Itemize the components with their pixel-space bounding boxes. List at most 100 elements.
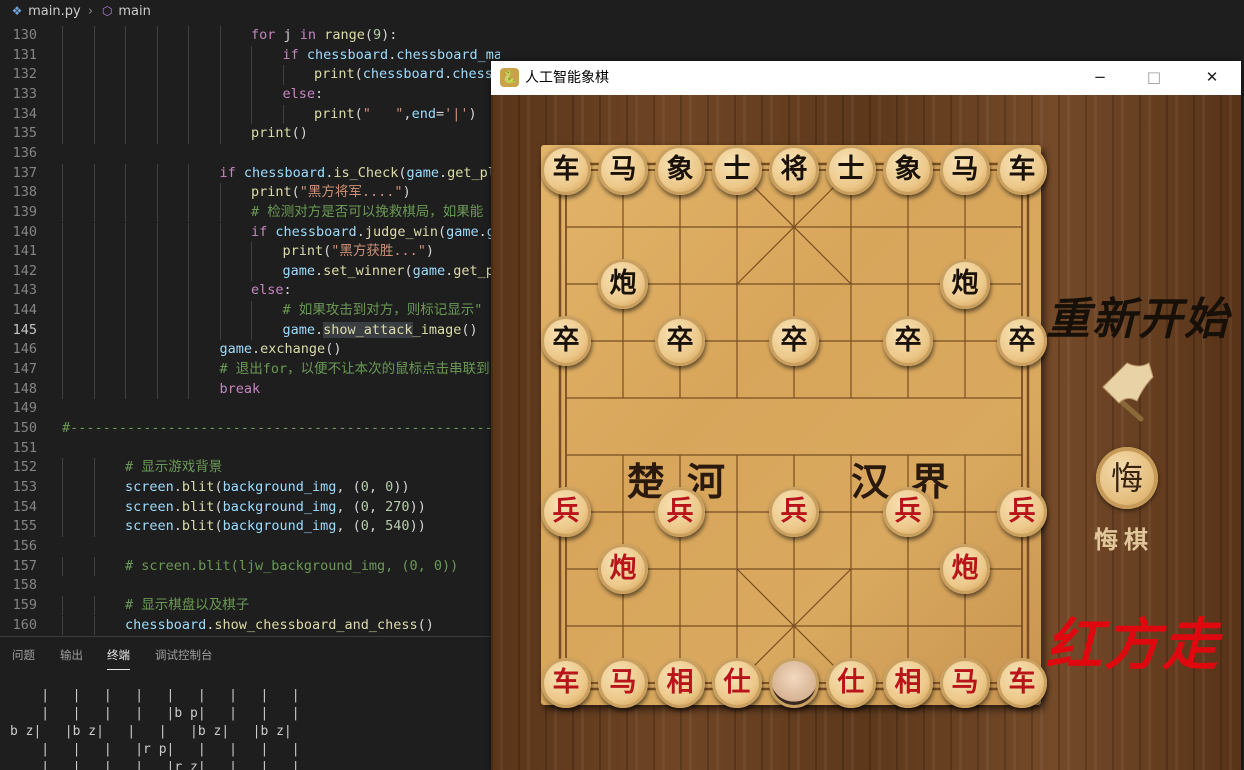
indent-guide [62,242,63,262]
minimize-button[interactable]: − [1077,61,1123,95]
chess-piece-black[interactable]: 炮 [940,259,990,309]
chess-piece-red[interactable]: 兵 [541,487,591,537]
code-text: for j in range(9): [251,26,397,46]
chess-piece-black[interactable]: 车 [997,145,1047,195]
code-line[interactable]: 157 # screen.blit(ljw_background_img, (0,… [0,556,500,577]
code-line[interactable]: 130 for j in range(9): [0,26,500,46]
chess-piece-black[interactable]: 将 [769,145,819,195]
code-line[interactable]: 134 print(" ",end='|') [0,104,500,125]
chess-piece-black[interactable]: 马 [598,145,648,195]
code-line[interactable]: 144 # 如果攻击到对方，则标记显示" [0,301,500,321]
indent-guide [125,360,126,380]
chess-piece-red[interactable]: 兵 [769,487,819,537]
chess-piece-black[interactable]: 马 [940,145,990,195]
code-line[interactable]: 132 print(chessboard.chess [0,65,500,85]
chess-piece-red[interactable]: 兵 [883,487,933,537]
chess-piece-red[interactable]: 兵 [997,487,1047,537]
tab-problems[interactable]: 问题 [12,647,35,663]
maximize-button[interactable]: □ [1131,61,1177,95]
code-line[interactable]: 149 [0,399,500,419]
window-titlebar[interactable]: 🐍 人工智能象棋 − □ ✕ [491,61,1241,95]
code-line[interactable]: 142 game.set_winner(game.get_p [0,261,500,282]
code-line[interactable]: 151 [0,439,500,459]
chess-piece-black[interactable]: 卒 [655,316,705,366]
code-token: 270 [385,498,410,515]
player-avatar-piece[interactable] [769,658,819,708]
chess-piece-black[interactable]: 车 [541,145,591,195]
indent-guide [219,202,221,223]
code-text: break [220,380,261,400]
tab-terminal[interactable]: 终端 [107,647,130,670]
chess-piece-red[interactable]: 兵 [655,487,705,537]
code-line[interactable]: 143 else: [0,281,500,302]
chess-piece-red[interactable]: 马 [940,658,990,708]
chess-piece-black[interactable]: 炮 [598,259,648,309]
chess-piece-red[interactable]: 车 [997,658,1047,708]
chess-piece-black[interactable]: 卒 [769,316,819,366]
indent-guide [282,104,284,125]
tab-output[interactable]: 输出 [60,647,83,663]
chess-piece-black[interactable]: 象 [883,145,933,195]
code-text: screen.blit(background_img, (0, 540)) [125,517,426,537]
code-line[interactable]: 152 # 显示游戏背景 [0,458,500,478]
chess-piece-red[interactable]: 车 [541,658,591,708]
indent-guide [93,222,95,243]
chess-piece-red[interactable]: 相 [655,658,705,708]
code-token: # 检测对方是否可以挽救棋局，如果能 [251,203,484,220]
chess-piece-black[interactable]: 士 [826,145,876,195]
undo-button[interactable]: 悔 [1096,447,1158,509]
code-line[interactable]: 131 if chessboard.chessboard_map[i][j]: [0,45,500,66]
restart-button[interactable]: 重新开始 [1046,283,1230,347]
tab-debug-console[interactable]: 调试控制台 [155,647,213,663]
breadcrumb-file[interactable]: main.py [28,4,81,19]
breadcrumb-symbol[interactable]: main [118,4,150,19]
chess-piece-red[interactable]: 相 [883,658,933,708]
chessboard[interactable]: 楚河 汉界 [541,145,1041,705]
chess-piece-black[interactable]: 卒 [883,316,933,366]
chess-piece-red[interactable]: 炮 [940,544,990,594]
line-number: 152 [12,459,37,476]
code-line[interactable]: 158 [0,576,500,596]
code-line[interactable]: 146 game.exchange() [0,340,500,361]
code-line[interactable]: 150 #------------------------------------… [0,419,500,439]
chess-piece-red[interactable]: 仕 [826,658,876,708]
indent-guide [62,183,63,203]
code-line[interactable]: 148 break [0,379,500,400]
indent-guide [62,65,63,85]
undo-label[interactable]: 悔棋 [1094,520,1154,555]
indent-guide [93,301,95,321]
code-line[interactable]: 145 game.show_attack_image() [0,320,500,341]
indent-guide [62,84,63,105]
chess-piece-red[interactable]: 仕 [712,658,762,708]
code-line[interactable]: 154 screen.blit(background_img, (0, 270)) [0,497,500,518]
chess-piece-black[interactable]: 卒 [997,316,1047,366]
chess-piece-black[interactable]: 士 [712,145,762,195]
game-canvas[interactable]: 楚河 汉界 车马象士将士象马车炮炮卒卒卒卒卒兵兵兵兵兵炮炮车马相仕仕相马车 重新… [491,95,1241,770]
code-line[interactable]: 137 if chessboard.is_Check(game.get_pl [0,163,500,184]
code-line[interactable]: 147 # 退出for，以便不让本次的鼠标点击串联到 [0,360,500,380]
code-line[interactable]: 156 [0,537,500,557]
code-line[interactable]: 138 print("黑方将军....") [0,183,500,203]
code-editor[interactable]: 130 for j in range(9): 131 if chessboard.ch… [0,22,500,636]
code-line[interactable]: 139 # 检测对方是否可以挽救棋局，如果能 [0,202,500,223]
code-text: # 如果攻击到对方，则标记显示" [283,301,483,321]
code-line[interactable]: 155 screen.blit(background_img, (0, 540)) [0,517,500,537]
code-token: background_img [222,518,337,535]
close-button[interactable]: ✕ [1189,61,1235,95]
window-title: 人工智能象棋 [525,70,609,86]
code-token: chessboard [125,616,207,633]
code-line[interactable]: 133 else: [0,84,500,105]
code-line[interactable]: 135 print() [0,124,500,144]
code-token: get_p [453,262,494,279]
chess-piece-black[interactable]: 卒 [541,316,591,366]
chess-piece-red[interactable]: 马 [598,658,648,708]
chess-piece-black[interactable]: 象 [655,145,705,195]
chess-piece-red[interactable]: 炮 [598,544,648,594]
code-line[interactable]: 160 chessboard.show_chessboard_and_chess(… [0,615,500,636]
code-line[interactable]: 141 print("黑方获胜...") [0,242,500,262]
white-flag-icon[interactable] [1097,357,1159,423]
code-line[interactable]: 159 # 显示棋盘以及棋子 [0,595,500,616]
code-line[interactable]: 153 screen.blit(background_img, (0, 0)) [0,477,500,498]
code-line[interactable]: 136 [0,144,500,164]
code-line[interactable]: 140 if chessboard.judge_win(game.g [0,222,500,243]
